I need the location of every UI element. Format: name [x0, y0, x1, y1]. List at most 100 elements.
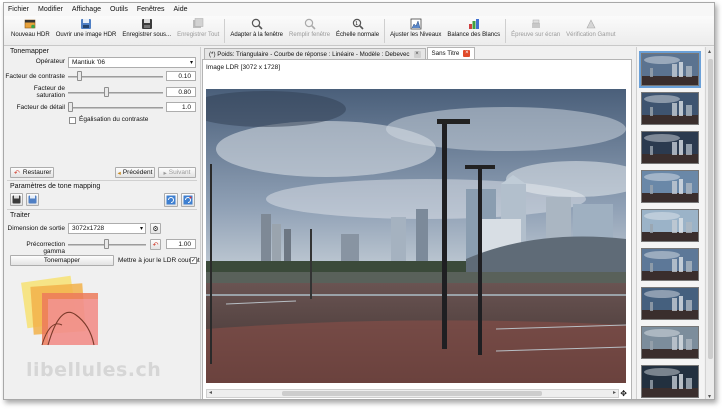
preview-thumbnail[interactable]: [639, 51, 701, 88]
menu-file[interactable]: Fichier: [8, 6, 29, 13]
close-icon[interactable]: ×: [463, 50, 471, 57]
scrollbar-thumb[interactable]: [708, 59, 713, 359]
detail-slider[interactable]: [68, 102, 163, 113]
zoom-normal-icon: 1: [352, 18, 364, 30]
white-balance-icon: [468, 18, 480, 30]
operator-select[interactable]: Mantiuk '06 ▾: [68, 57, 196, 68]
load-params-button[interactable]: [26, 193, 39, 206]
menu-windows[interactable]: Fenêtres: [137, 6, 165, 13]
apply-preset-button[interactable]: [164, 193, 178, 207]
scroll-up-icon[interactable]: ▴: [708, 48, 711, 55]
chevron-down-icon: ▾: [139, 226, 143, 232]
toolbar: Nouveau HDR Ouvrir une image HDR Enregis…: [4, 16, 714, 46]
menu-view[interactable]: Affichage: [72, 6, 101, 13]
contrast-value[interactable]: 0.10: [166, 71, 196, 81]
tonemap-button[interactable]: Tonemapper: [10, 255, 114, 266]
levels-button[interactable]: Ajuster les Niveaux: [387, 16, 444, 38]
save-params-button[interactable]: [10, 193, 23, 206]
menu-edit[interactable]: Modifier: [38, 6, 63, 13]
soft-proof-icon: [530, 18, 542, 30]
update-ldr-checkbox[interactable]: ✓: [190, 257, 197, 264]
toolbar-separator: [224, 19, 226, 43]
ldr-image[interactable]: [206, 89, 626, 383]
refresh-icon: [166, 195, 176, 205]
fill-window-button[interactable]: Remplir fenêtre: [286, 16, 333, 38]
preview-thumbnail[interactable]: [641, 248, 699, 281]
close-icon[interactable]: ×: [413, 50, 421, 58]
gamut-check-icon: [585, 18, 597, 30]
new-hdr-icon: [24, 18, 36, 30]
image-workspace: (*) Poids: Triangulaire - Courbe de répo…: [202, 47, 632, 399]
fit-window-button[interactable]: Adapter à la fenêtre: [227, 16, 286, 38]
save-as-button[interactable]: Enregistrer sous...: [119, 16, 174, 38]
vertical-scrollbar[interactable]: ▴ ▾: [705, 47, 714, 399]
save-icon: [141, 18, 153, 30]
normal-scale-button[interactable]: 1 Échelle normale: [333, 16, 382, 38]
floppy-open-icon: [80, 18, 92, 30]
new-hdr-button[interactable]: Nouveau HDR: [8, 16, 53, 38]
toolbar-separator: [384, 19, 386, 43]
scroll-right-icon[interactable]: ▸: [613, 390, 616, 397]
restore-button[interactable]: ↶ Restaurer: [10, 167, 54, 178]
refresh-all-icon: [183, 195, 193, 205]
contrast-slider[interactable]: [68, 71, 163, 82]
size-settings-button[interactable]: ⚙: [150, 223, 161, 234]
preview-thumbnail[interactable]: [641, 365, 699, 398]
previous-button[interactable]: ◂ Précédent: [115, 167, 155, 178]
preview-thumbnail[interactable]: [641, 326, 699, 359]
previous-icon: ◂: [117, 169, 121, 177]
slider-handle[interactable]: [76, 71, 82, 81]
preview-thumbnail[interactable]: [641, 92, 699, 125]
document-tabs: (*) Poids: Triangulaire - Courbe de répo…: [202, 47, 632, 59]
saturation-slider[interactable]: [68, 87, 163, 98]
chevron-down-icon: ▾: [189, 60, 193, 66]
undo-icon: ↶: [14, 169, 20, 177]
save-all-button[interactable]: Enregistrer Tout: [174, 16, 222, 38]
preview-thumbnail[interactable]: [641, 170, 699, 203]
next-icon: ▸: [163, 169, 167, 177]
save-icon: [12, 195, 21, 204]
detail-value[interactable]: 1.0: [166, 102, 196, 112]
slider-handle[interactable]: [104, 239, 109, 249]
scroll-left-icon[interactable]: ◂: [209, 390, 212, 397]
watermark: libellules.ch: [26, 359, 162, 381]
saturation-label: Facteur de saturation: [33, 85, 65, 99]
soft-proof-button[interactable]: Épreuve sur écran: [508, 16, 563, 38]
saturation-value[interactable]: 0.80: [166, 87, 196, 97]
menu-help[interactable]: Aide: [174, 6, 188, 13]
move-icon[interactable]: ✥: [620, 390, 627, 398]
output-size-select[interactable]: 3072x1728 ▾: [68, 223, 146, 234]
scroll-down-icon[interactable]: ▾: [708, 393, 711, 399]
update-ldr-label: Mettre à jour le LDR courant: [118, 257, 200, 264]
slider-handle[interactable]: [68, 102, 73, 112]
gamma-value[interactable]: 1.00: [166, 239, 196, 249]
preview-thumbnail[interactable]: [641, 131, 699, 164]
slider-handle[interactable]: [103, 87, 109, 97]
gamma-reset-button[interactable]: ↶: [150, 239, 161, 250]
gamut-check-button[interactable]: Vérification Gamut: [563, 16, 618, 38]
white-balance-button[interactable]: Balance des Blancs: [444, 16, 503, 38]
floppy-open-icon: [28, 195, 37, 204]
next-button[interactable]: ▸ Suivant: [158, 167, 196, 178]
app-logo: [21, 275, 98, 346]
tab-hdr[interactable]: (*) Poids: Triangulaire - Courbe de répo…: [204, 48, 426, 59]
scrollbar-thumb[interactable]: [282, 391, 542, 396]
gamma-slider[interactable]: [68, 239, 146, 250]
equalize-contrast-label: Égalisation du contraste: [79, 116, 149, 123]
preview-thumbnail[interactable]: [641, 209, 699, 242]
svg-text:1: 1: [355, 21, 358, 27]
menu-tools[interactable]: Outils: [110, 6, 128, 13]
process-section-title: Traiter: [10, 212, 30, 219]
open-hdr-button[interactable]: Ouvrir une image HDR: [53, 16, 120, 38]
gamma-label: Précorrection gamma: [26, 241, 65, 255]
equalize-contrast-checkbox[interactable]: [69, 117, 76, 124]
undo-icon: ↶: [152, 241, 159, 249]
output-size-label: Dimension de sortie: [7, 225, 65, 232]
tonemapping-panel: Tonemapper Opérateur Mantiuk '06 ▾ Facte…: [4, 47, 201, 399]
apply-all-button[interactable]: [181, 193, 195, 207]
preview-thumbnail[interactable]: [641, 287, 699, 320]
horizontal-scrollbar[interactable]: ◂ ▸: [206, 389, 619, 398]
tab-untitled[interactable]: Sans Titre ×: [426, 47, 476, 59]
toolbar-separator: [505, 19, 507, 43]
zoom-fill-icon: [304, 18, 316, 30]
